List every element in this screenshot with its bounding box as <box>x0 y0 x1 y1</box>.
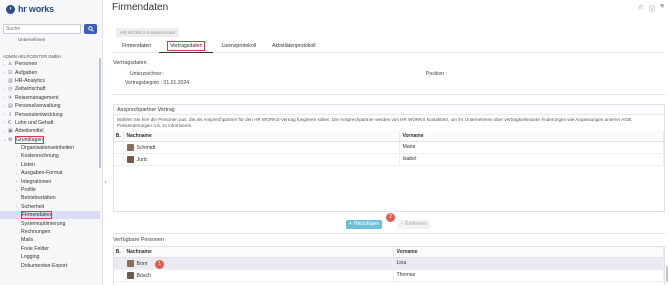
position-label: Position : <box>426 71 447 77</box>
sidebar-subitem-systemoptimierung[interactable]: Systemoptimierung <box>0 219 100 227</box>
divider <box>113 233 665 234</box>
tab-aktivitaetenprotokoll[interactable]: Aktivitätenprotokoll <box>264 41 324 53</box>
sidebar: ◗ hr works Unternehmen ADMIN HELPCENTER … <box>0 0 103 285</box>
table-header: B. Nachname Vorname <box>114 131 664 142</box>
step-badge-2: 2 <box>386 213 395 222</box>
sidebar-item-personalentwicklung[interactable]: › ⇧ Personalentwicklung <box>0 110 100 118</box>
search-icon <box>87 26 94 32</box>
analytics-icon: ▥ <box>8 77 13 84</box>
top-icons: ☆ ⓘ ≡ <box>638 3 664 13</box>
remove-button[interactable]: − Entfernen <box>398 220 430 229</box>
tools-icon: ▣ <box>8 128 13 135</box>
col-b[interactable]: B. <box>114 247 124 258</box>
clock-icon: ◷ <box>8 86 13 93</box>
divider <box>113 94 665 95</box>
sidebar-subitem-dokumenten-export[interactable]: Dokumenten-Export <box>0 261 100 269</box>
sidebar-subitem-sicherheit[interactable]: › Sicherheit <box>0 203 100 211</box>
menu-icon[interactable]: ≡ <box>660 3 664 13</box>
sidebar-subitem-betriebsstaetten[interactable]: Betriebsstätten <box>0 194 100 202</box>
sidebar-item-personen[interactable]: › ♙ Personen <box>0 60 100 68</box>
sidebar-cutoff-item[interactable]: Unternehmen <box>18 37 45 42</box>
sidebar-subitem-profile[interactable]: › Profile <box>0 186 100 194</box>
customer-center-button[interactable]: HR WORKS-Kundencenter <box>116 28 180 37</box>
contract-start: Vertragsbeginn : 01.01.2024 <box>125 80 190 86</box>
page-title: Firmendaten <box>112 2 169 13</box>
table-row[interactable]: Bösch Thomas <box>114 269 664 282</box>
tab-bar: Firmendaten Vertragsdaten Lizenzprotokol… <box>112 41 664 53</box>
contacts-table: B. Nachname Vorname Schmidt Marie Juric … <box>114 131 664 166</box>
tab-lizenzprotokoll[interactable]: Lizenzprotokoll <box>213 41 264 53</box>
col-b[interactable]: B. <box>114 131 124 142</box>
search-button[interactable] <box>84 24 97 34</box>
tab-firmendaten[interactable]: Firmendaten <box>114 41 159 53</box>
logo[interactable]: ◗ hr works <box>0 0 102 18</box>
signatory-label: Unterzeichner : <box>130 71 165 77</box>
travel-icon: ✈ <box>8 94 13 101</box>
sidebar-item-arbeitsmittel[interactable]: › ▣ Arbeitsmittel <box>0 127 100 135</box>
tab-vertragsdaten[interactable]: Vertragsdaten <box>159 41 214 53</box>
table-header: B. Nachname Vorname <box>114 247 664 258</box>
org-label: ADMIN HELPCENTER GMBH <box>3 54 62 59</box>
sidebar-subitem-rechnungen[interactable]: Rechnungen <box>0 228 100 236</box>
col-vorname[interactable]: Vorname <box>399 131 664 142</box>
add-button[interactable]: + Hinzufügen <box>346 220 383 229</box>
table-row[interactable]: Born Lina <box>114 257 664 270</box>
avatar <box>126 259 134 267</box>
main-content: Firmendaten ☆ ⓘ ≡ HR WORKS-Kundencenter … <box>108 0 670 285</box>
sidebar-subitem-mails[interactable]: Mails <box>0 236 100 244</box>
tasks-icon: ☑ <box>8 69 13 76</box>
available-panel: B. Nachname Vorname Born Lina Bösch Thom… <box>113 246 665 285</box>
help-icon[interactable]: ⓘ <box>649 3 656 13</box>
folder-icon: ▤ <box>8 103 13 110</box>
avatar <box>126 271 134 279</box>
col-nachname[interactable]: Nachname <box>123 247 394 258</box>
sidebar-item-lohn-und-gehalt[interactable]: › € Lohn und Gehalt <box>0 119 100 127</box>
plus-icon: + <box>349 221 352 227</box>
settings-icon: ⚙ <box>8 136 13 143</box>
sidebar-item-zeitwirtschaft[interactable]: › ◷ Zeitwirtschaft <box>0 85 100 93</box>
contacts-info: Wählen Sie hier die Personen aus, die al… <box>117 117 633 128</box>
star-icon[interactable]: ☆ <box>638 3 644 13</box>
sidebar-subitem-logging[interactable]: Logging <box>0 253 100 261</box>
table-row[interactable]: Schmidt Marie <box>114 141 664 154</box>
sidebar-subitem-organisationseinheiten[interactable]: Organisationseinheiten <box>0 144 100 152</box>
table-scrollbar[interactable] <box>666 266 668 282</box>
sidebar-item-aufgaben[interactable]: › ☑ Aufgaben <box>0 68 100 76</box>
users-icon: ♙ <box>8 61 13 68</box>
payroll-icon: € <box>8 119 11 126</box>
sidebar-subitem-listen[interactable]: › Listen <box>0 161 100 169</box>
step-badge-1: 1 <box>155 260 164 269</box>
search-input[interactable] <box>3 24 81 34</box>
contract-section-title: Vertragsdaten <box>113 60 147 66</box>
sidebar-item-reisemanagement[interactable]: › ✈ Reisemanagement <box>0 94 100 102</box>
sidebar-subitem-freie-felder[interactable]: Freie Felder <box>0 245 100 253</box>
sidebar-item-hr-analytics[interactable]: ▥ HR-Analytics <box>0 77 100 85</box>
sidebar-subitem-integrationen[interactable]: › Integrationen <box>0 177 100 185</box>
col-nachname[interactable]: Nachname <box>123 131 400 142</box>
sidebar-subitem-firmendaten[interactable]: Firmendaten <box>0 211 100 220</box>
contacts-title: Ansprechpartner Vertrag <box>114 105 664 115</box>
sidebar-subitem-kostenrechnung[interactable]: › Kostenrechnung <box>0 152 100 160</box>
logo-icon: ◗ <box>6 4 15 14</box>
sidebar-item-grundlagen[interactable]: ⌄ ⚙ Grundlagen <box>0 135 100 144</box>
available-table: B. Nachname Vorname Born Lina Bösch Thom… <box>114 247 664 282</box>
available-title: Verfügbare Personen <box>113 237 164 243</box>
logo-text: hr works <box>18 4 54 14</box>
avatar <box>126 155 134 163</box>
search-row <box>3 24 98 34</box>
avatar <box>126 143 134 151</box>
contacts-panel: Ansprechpartner Vertrag Wählen Sie hier … <box>113 104 665 212</box>
sidebar-subitem-ausgaben-format[interactable]: › Ausgaben-Format <box>0 169 100 177</box>
growth-icon: ⇧ <box>8 111 13 118</box>
sidebar-item-personalverwaltung[interactable]: › ▤ Personalverwaltung <box>0 102 100 110</box>
col-vorname[interactable]: Vorname <box>393 247 664 258</box>
sidebar-nav: › ♙ Personen › ☑ Aufgaben ▥ HR-Analytics › ◷ Ze… <box>0 60 100 270</box>
table-row[interactable]: Juric Isabel <box>114 153 664 166</box>
